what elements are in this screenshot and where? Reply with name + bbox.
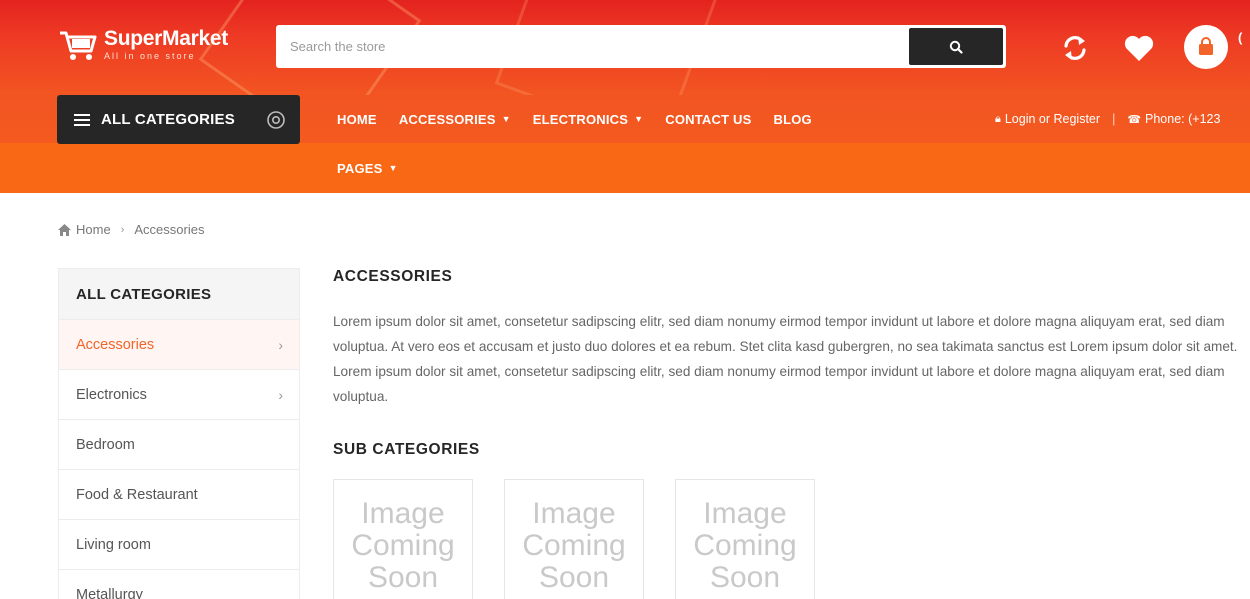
breadcrumb-current: Accessories [134,222,205,237]
refresh-icon [1064,36,1086,60]
caret-down-icon: ▼ [501,114,511,124]
sidebar-item-label: Bedroom [76,436,135,453]
page-title: ACCESSORIES [333,268,453,285]
sidebar-item-label: Food & Restaurant [76,486,198,503]
sidebar-item-food-restaurant[interactable]: Food & Restaurant [59,469,299,519]
subcategory-card[interactable]: Image Coming Soon [504,479,644,599]
all-categories-button[interactable]: ALL CATEGORIES [57,95,300,144]
login-register-label: Login or Register [1004,112,1101,126]
nav-item-label: PAGES [337,160,383,176]
image-placeholder: Image Coming Soon [693,497,797,594]
account-links: 🔒︎ Login or Register | ☎ Phone: (+123 [995,95,1220,143]
category-content: ACCESSORIES Lorem ipsum dolor sit amet, … [333,268,1250,599]
nav-item-label: ACCESSORIES [398,111,496,127]
search-bar [276,25,1006,68]
nav-item-pages[interactable]: PAGES ▼ [337,161,398,176]
chevron-right-icon: › [120,223,125,236]
heart-icon [1124,35,1154,61]
settings-icon [267,111,285,129]
subcategory-card[interactable]: Image Coming Soon [675,479,815,599]
sidebar-item-electronics[interactable]: Electronics › [59,369,299,419]
subcategory-card[interactable]: Image Coming Soon [333,479,473,599]
brand-name: SuperMarket [104,27,228,50]
image-placeholder: Image Coming Soon [522,497,626,594]
nav-item-home[interactable]: HOME [337,112,377,127]
nav-item-accessories[interactable]: ACCESSORIES ▼ [399,112,511,127]
sidebar-item-living-room[interactable]: Living room [59,519,299,569]
sidebar-item-accessories[interactable]: Accessories › [59,319,299,369]
phone-icon: ☎ [1127,113,1142,126]
subcategories-title: SUB CATEGORIES [333,441,480,458]
cart-count-badge: ( [1238,30,1243,45]
sidebar-item-label: Accessories [76,336,155,353]
sidebar-title: ALL CATEGORIES [59,269,299,319]
caret-down-icon: ▼ [634,114,644,124]
brand-tagline: All in one store [104,51,196,61]
cart-button[interactable] [1184,25,1228,69]
search-input[interactable] [276,25,909,68]
sidebar-item-label: Metallurgy [76,586,143,599]
nav-item-label: BLOG [773,111,812,127]
breadcrumb: Home › Accessories [58,222,204,237]
nav-item-contact-us[interactable]: CONTACT US [665,112,751,127]
nav-menu-row2: PAGES ▼ [337,143,420,193]
shopping-bag-icon [1199,37,1213,55]
nav-item-blog[interactable]: BLOG [774,112,812,127]
image-placeholder: Image Coming Soon [351,497,455,594]
sidebar-item-label: Living room [76,536,151,553]
lock-icon: 🔒︎ [995,112,1001,125]
cart-logo-icon [58,27,98,63]
caret-down-icon: ▼ [388,163,398,173]
site-logo[interactable]: SuperMarket All in one store [58,24,228,66]
phone-link[interactable]: ☎ Phone: (+123 [1127,112,1220,126]
compare-button[interactable] [1057,28,1093,68]
category-description: Lorem ipsum dolor sit amet, consetetur s… [333,314,1238,404]
menu-icon [74,113,90,126]
search-button[interactable] [909,28,1003,65]
login-register-link[interactable]: 🔒︎ Login or Register [995,112,1100,126]
nav-menu: HOME ACCESSORIES ▼ ELECTRONICS ▼ CONTACT… [337,95,834,143]
chevron-right-icon: › [278,336,283,353]
sidebar-item-bedroom[interactable]: Bedroom [59,419,299,469]
home-icon [58,223,71,236]
subcategories-grid: Image Coming Soon Image Coming Soon Imag… [333,479,1250,599]
phone-label: Phone: (+123 [1145,112,1221,126]
nav-item-electronics[interactable]: ELECTRONICS ▼ [533,112,643,127]
category-sidebar: ALL CATEGORIES Accessories › Electronics… [58,268,300,599]
breadcrumb-home[interactable]: Home [76,222,111,237]
wishlist-button[interactable] [1121,28,1157,68]
chevron-right-icon: › [278,386,283,403]
sidebar-item-metallurgy[interactable]: Metallurgy [59,569,299,599]
nav-item-label: HOME [337,111,377,127]
sidebar-item-label: Electronics [76,386,147,403]
all-categories-label: ALL CATEGORIES [101,111,235,128]
search-icon [949,40,963,54]
main-navigation-row2 [0,143,1250,193]
link-divider: | [1112,112,1116,126]
nav-item-label: ELECTRONICS [532,111,629,127]
nav-item-label: CONTACT US [665,111,752,127]
